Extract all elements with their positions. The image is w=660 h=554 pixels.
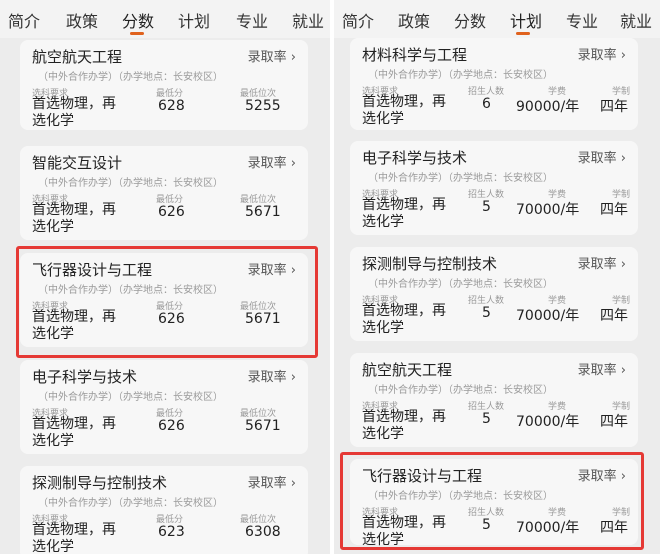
program-note: （中外合作办学）（办学地点：长安校区） (368, 385, 553, 396)
tuition: 90000/年 (516, 99, 580, 115)
program-note: （中外合作办学）（办学地点：长安校区） (38, 178, 223, 189)
subject-requirement: 首选物理，再选化学 (32, 416, 116, 449)
min-score: 628 (158, 98, 185, 114)
program-note: （中外合作办学）（办学地点：长安校区） (368, 70, 553, 81)
subject-requirement: 首选物理，再选化学 (362, 303, 446, 336)
major-name: 航空航天工程 (362, 361, 453, 379)
major-name: 智能交互设计 (32, 154, 123, 172)
tab-plan[interactable]: 计划 (178, 8, 210, 32)
major-name: 材料科学与工程 (362, 46, 468, 64)
tab-bar-right: 简介 政策 分数 计划 专业 就业 (334, 0, 660, 38)
major-name: 电子科学与技术 (32, 368, 138, 386)
tuition: 70000/年 (516, 414, 580, 430)
tab-intro[interactable]: 简介 (8, 8, 40, 32)
subject-requirement: 首选物理，再选化学 (32, 522, 116, 554)
highlight-box (16, 246, 318, 358)
admission-rate-link[interactable]: 录取率 › (248, 152, 296, 171)
major-name: 航空航天工程 (32, 48, 123, 66)
major-name: 探测制导与控制技术 (362, 255, 498, 273)
enrollment-count: 5 (482, 411, 491, 427)
enrollment-count: 5 (482, 305, 491, 321)
major-name: 电子科学与技术 (362, 149, 468, 167)
score-card[interactable]: 电子科学与技术 录取率 › （中外合作办学）（办学地点：长安校区） 选科要求 最… (20, 360, 308, 454)
duration: 四年 (600, 414, 628, 430)
duration: 四年 (600, 202, 628, 218)
tab-major[interactable]: 专业 (566, 8, 598, 32)
score-card[interactable]: 航空航天工程 录取率 › （中外合作办学）（办学地点：长安校区） 选科要求 最低… (20, 40, 308, 130)
major-name: 探测制导与控制技术 (32, 474, 168, 492)
tuition: 70000/年 (516, 308, 580, 324)
tab-employment[interactable]: 就业 (620, 8, 652, 32)
tab-employment[interactable]: 就业 (292, 8, 324, 32)
subject-requirement: 首选物理，再选化学 (32, 202, 116, 235)
subject-requirement: 首选物理，再选化学 (362, 197, 446, 230)
min-rank: 5671 (245, 418, 281, 434)
program-note: （中外合作办学）（办学地点：长安校区） (38, 498, 223, 509)
program-note: （中外合作办学）（办学地点：长安校区） (38, 72, 223, 83)
subject-requirement: 首选物理，再选化学 (362, 409, 446, 442)
active-tab-indicator (130, 32, 144, 35)
tab-policy[interactable]: 政策 (398, 8, 430, 32)
admission-rate-link[interactable]: 录取率 › (578, 147, 626, 166)
admission-rate-link[interactable]: 录取率 › (248, 366, 296, 385)
min-score: 626 (158, 204, 185, 220)
min-rank: 5671 (245, 204, 281, 220)
tab-plan[interactable]: 计划 (510, 8, 542, 32)
admission-rate-link[interactable]: 录取率 › (248, 46, 296, 65)
admission-rate-link[interactable]: 录取率 › (578, 253, 626, 272)
plan-card[interactable]: 电子科学与技术 录取率 › （中外合作办学）（办学地点：长安校区） 选科要求 招… (350, 141, 638, 235)
tab-intro[interactable]: 简介 (342, 8, 374, 32)
min-rank: 5255 (245, 98, 281, 114)
program-note: （中外合作办学）（办学地点：长安校区） (38, 392, 223, 403)
score-panel: 简介 政策 分数 计划 专业 就业 航空航天工程 录取率 › （中外合作办学）（… (0, 0, 330, 554)
highlight-box (340, 452, 644, 550)
score-card[interactable]: 探测制导与控制技术 录取率 › （中外合作办学）（办学地点：长安校区） 选科要求… (20, 466, 308, 554)
active-tab-indicator (516, 32, 530, 35)
admission-rate-link[interactable]: 录取率 › (578, 359, 626, 378)
min-score: 623 (158, 524, 185, 540)
tab-bar-left: 简介 政策 分数 计划 专业 就业 (0, 0, 330, 38)
program-note: （中外合作办学）（办学地点：长安校区） (368, 279, 553, 290)
admission-rate-link[interactable]: 录取率 › (248, 472, 296, 491)
admission-rate-link[interactable]: 录取率 › (578, 44, 626, 63)
tab-score[interactable]: 分数 (454, 8, 486, 32)
subject-requirement: 首选物理，再选化学 (32, 96, 116, 129)
plan-card[interactable]: 航空航天工程 录取率 › （中外合作办学）（办学地点：长安校区） 选科要求 招生… (350, 353, 638, 447)
plan-panel: 简介 政策 分数 计划 专业 就业 材料科学与工程 录取率 › （中外合作办学）… (334, 0, 660, 554)
duration: 四年 (600, 308, 628, 324)
plan-card[interactable]: 材料科学与工程 录取率 › （中外合作办学）（办学地点：长安校区） 选科要求 招… (350, 38, 638, 130)
enrollment-count: 6 (482, 96, 491, 112)
plan-card[interactable]: 探测制导与控制技术 录取率 › （中外合作办学）（办学地点：长安校区） 选科要求… (350, 247, 638, 341)
enrollment-count: 5 (482, 199, 491, 215)
subject-requirement: 首选物理，再选化学 (362, 94, 446, 127)
program-note: （中外合作办学）（办学地点：长安校区） (368, 173, 553, 184)
tuition: 70000/年 (516, 202, 580, 218)
min-score: 626 (158, 418, 185, 434)
duration: 四年 (600, 99, 628, 115)
score-card[interactable]: 智能交互设计 录取率 › （中外合作办学）（办学地点：长安校区） 选科要求 最低… (20, 146, 308, 240)
tab-score[interactable]: 分数 (122, 8, 154, 32)
tab-policy[interactable]: 政策 (66, 8, 98, 32)
tab-major[interactable]: 专业 (236, 8, 268, 32)
screenshot: 简介 政策 分数 计划 专业 就业 航空航天工程 录取率 › （中外合作办学）（… (0, 0, 660, 554)
min-rank: 6308 (245, 524, 281, 540)
